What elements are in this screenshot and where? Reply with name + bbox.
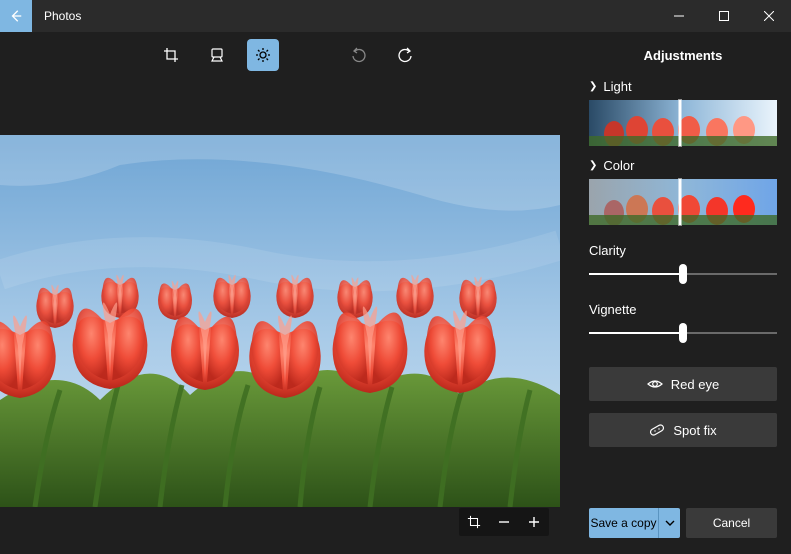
tool-group-right	[343, 39, 421, 71]
minimize-icon	[674, 11, 684, 21]
crop-tool-button[interactable]	[155, 39, 187, 71]
slider-fill	[589, 273, 683, 275]
window-controls	[656, 0, 791, 32]
color-section: ❯ Color	[589, 158, 777, 225]
back-button[interactable]	[0, 0, 32, 32]
maximize-button[interactable]	[701, 0, 746, 32]
adjustments-tool-button[interactable]	[247, 39, 279, 71]
redo-icon	[397, 47, 413, 63]
close-icon	[764, 11, 774, 21]
brightness-icon	[255, 47, 271, 63]
chevron-right-icon: ❯	[589, 160, 597, 171]
eye-icon	[647, 376, 663, 392]
zoom-bar	[459, 508, 549, 536]
color-label: Color	[603, 158, 634, 173]
save-split-button: Save a copy	[589, 508, 680, 538]
clarity-slider[interactable]	[589, 264, 777, 284]
undo-icon	[351, 47, 367, 63]
spot-fix-button[interactable]: Spot fix	[589, 413, 777, 447]
light-strip-image	[589, 100, 777, 146]
chevron-right-icon: ❯	[589, 81, 597, 92]
panel-footer: Save a copy Cancel	[589, 492, 777, 538]
maximize-icon	[719, 11, 729, 21]
vignette-section: Vignette	[589, 296, 777, 343]
tool-group-left	[155, 39, 279, 71]
filters-icon	[209, 47, 225, 63]
slider-handle[interactable]	[679, 323, 687, 343]
save-dropdown-button[interactable]	[658, 508, 680, 538]
color-strip-image	[589, 179, 777, 225]
undo-button[interactable]	[343, 39, 375, 71]
clarity-section: Clarity	[589, 237, 777, 284]
light-label: Light	[603, 79, 631, 94]
save-button[interactable]: Save a copy	[589, 508, 658, 538]
filters-tool-button[interactable]	[201, 39, 233, 71]
fit-button[interactable]	[460, 508, 488, 536]
minimize-button[interactable]	[656, 0, 701, 32]
fit-icon	[467, 515, 481, 529]
minus-icon	[498, 516, 510, 528]
slider-fill	[589, 332, 683, 334]
color-marker[interactable]	[679, 179, 681, 225]
red-eye-label: Red eye	[671, 377, 719, 392]
clarity-label: Clarity	[589, 243, 777, 258]
edit-toolbar	[0, 32, 575, 78]
color-preview-strip[interactable]	[589, 179, 777, 225]
photo-stage	[0, 78, 575, 554]
light-preview-strip[interactable]	[589, 100, 777, 146]
vignette-label: Vignette	[589, 302, 777, 317]
zoom-in-button[interactable]	[520, 508, 548, 536]
crop-icon	[163, 47, 179, 63]
app-title: Photos	[32, 0, 656, 32]
light-toggle[interactable]: ❯ Light	[589, 79, 777, 94]
vignette-slider[interactable]	[589, 323, 777, 343]
slider-handle[interactable]	[679, 264, 687, 284]
light-section: ❯ Light	[589, 79, 777, 146]
chevron-down-icon	[665, 518, 675, 528]
photo-canvas[interactable]	[0, 135, 560, 507]
arrow-left-icon	[9, 9, 23, 23]
panel-title: Adjustments	[589, 32, 777, 79]
spot-fix-label: Spot fix	[673, 423, 716, 438]
red-eye-button[interactable]: Red eye	[589, 367, 777, 401]
close-button[interactable]	[746, 0, 791, 32]
color-toggle[interactable]: ❯ Color	[589, 158, 777, 173]
plus-icon	[528, 516, 540, 528]
light-marker[interactable]	[679, 100, 681, 146]
cancel-button[interactable]: Cancel	[686, 508, 777, 538]
title-bar: Photos	[0, 0, 791, 32]
redo-button[interactable]	[389, 39, 421, 71]
canvas-area	[0, 32, 575, 554]
zoom-out-button[interactable]	[490, 508, 518, 536]
workspace: Adjustments ❯ Light	[0, 32, 791, 554]
adjustments-panel: Adjustments ❯ Light	[575, 32, 791, 554]
bandage-icon	[649, 422, 665, 438]
